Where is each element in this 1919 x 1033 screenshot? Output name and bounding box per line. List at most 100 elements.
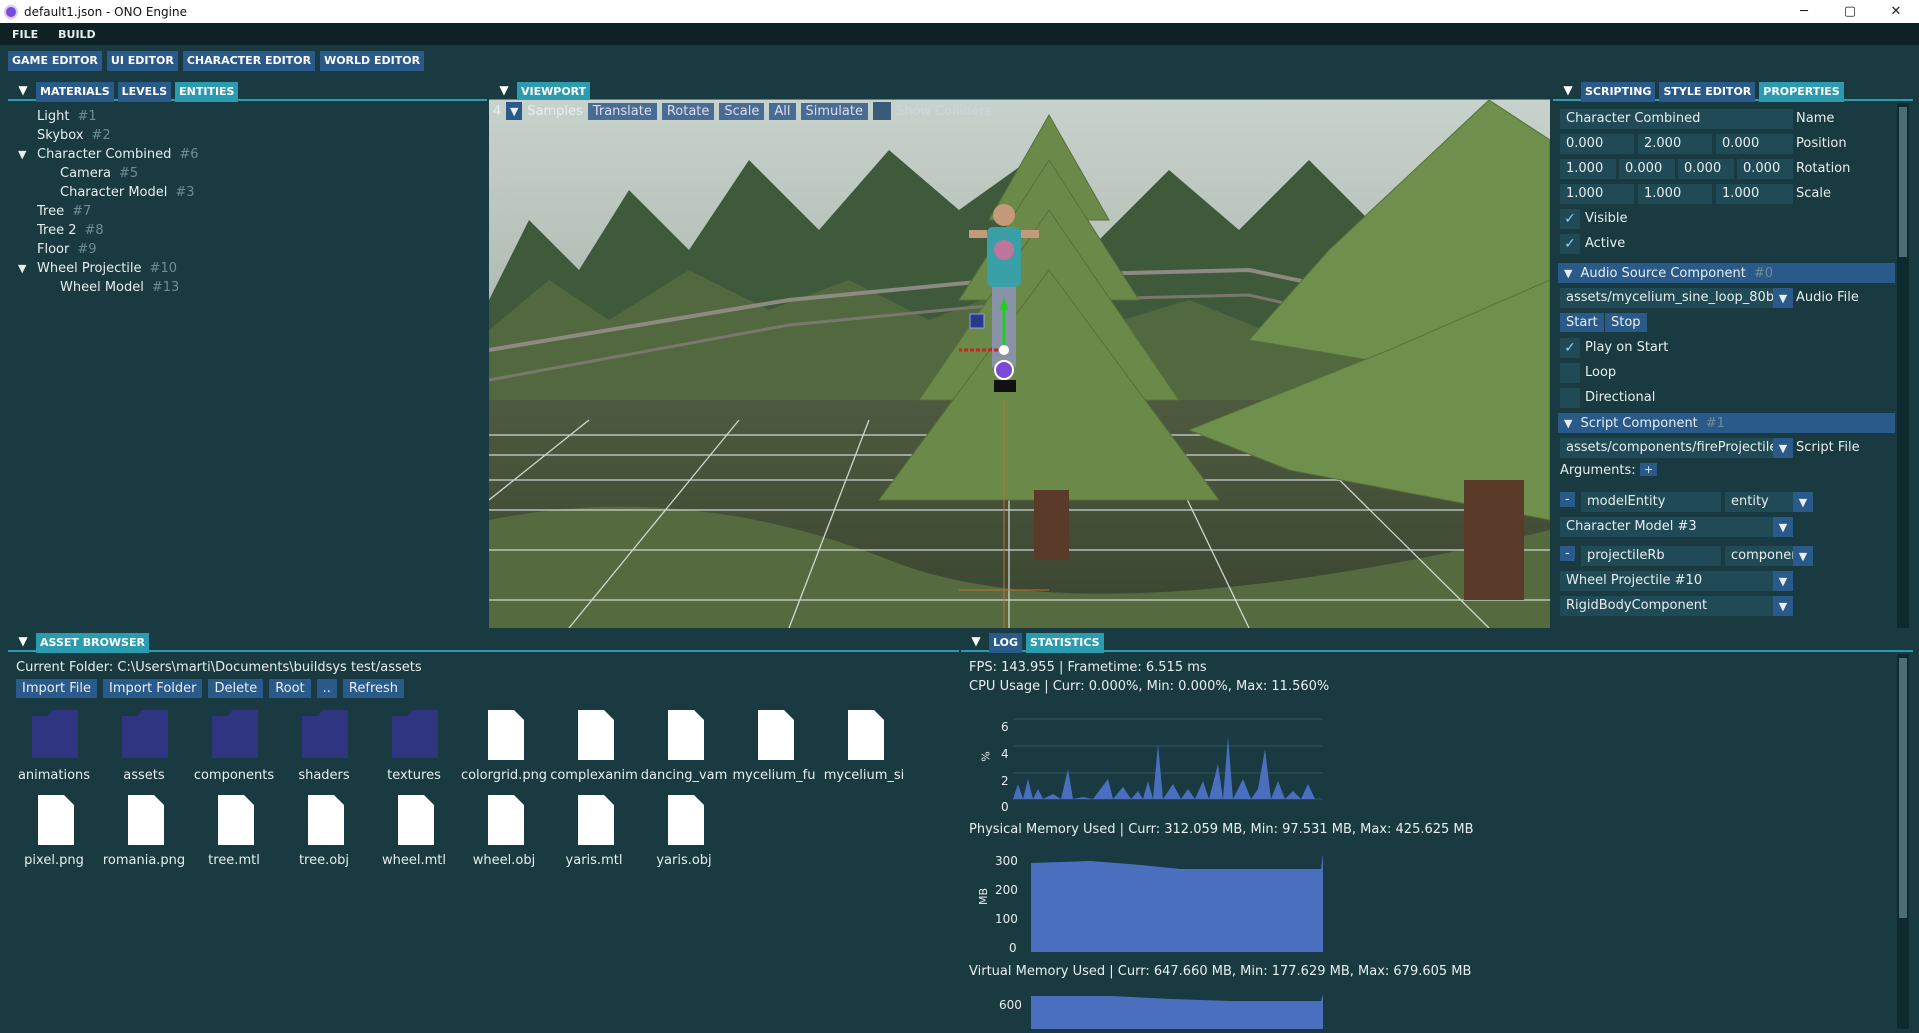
loop-checkbox[interactable] — [1560, 363, 1580, 383]
entity-tree-item[interactable]: Wheel Model #13 — [60, 280, 179, 295]
argument-name-input[interactable]: modelEntity — [1581, 492, 1721, 512]
tab-asset-browser[interactable]: ASSET BROWSER — [36, 633, 149, 653]
tab-game-editor[interactable]: GAME EDITOR — [8, 51, 102, 71]
tab-entities[interactable]: ENTITIES — [175, 82, 239, 102]
statistics-scrollbar[interactable] — [1897, 654, 1909, 1029]
menu-file[interactable]: FILE — [0, 28, 46, 41]
asset-file[interactable]: mycelium_fu — [730, 708, 820, 783]
script-component-header[interactable]: ▼ Script Component #1 — [1558, 413, 1895, 433]
asset-file[interactable]: tree.mtl — [190, 793, 280, 868]
import-folder-button[interactable]: Import Folder — [103, 679, 203, 698]
collapse-icon[interactable]: ▼ — [14, 633, 32, 649]
asset-file[interactable]: pixel.png — [10, 793, 100, 868]
argument-value-dropdown-icon[interactable]: ▼ — [1773, 571, 1793, 591]
argument-value-select[interactable]: Character Model #3 — [1560, 517, 1773, 537]
close-button[interactable]: ✕ — [1873, 0, 1919, 23]
entity-tree-item[interactable]: ▼ Character Combined #6 — [18, 147, 199, 162]
scale-x-input[interactable]: 1.000 — [1560, 184, 1634, 204]
tab-character-editor[interactable]: CHARACTER EDITOR — [182, 51, 316, 71]
name-input[interactable]: Character Combined — [1560, 109, 1793, 129]
asset-file[interactable]: romania.png — [100, 793, 190, 868]
tab-materials[interactable]: MATERIALS — [36, 82, 114, 102]
audio-component-header[interactable]: ▼ Audio Source Component #0 — [1558, 263, 1895, 283]
script-file-dropdown-icon[interactable]: ▼ — [1773, 438, 1793, 458]
tab-log[interactable]: LOG — [989, 633, 1022, 653]
remove-argument-button[interactable]: - — [1560, 546, 1575, 561]
refresh-button[interactable]: Refresh — [342, 679, 405, 698]
argument-component-dropdown-icon[interactable]: ▼ — [1773, 596, 1793, 616]
entity-tree-item[interactable]: Skybox #2 — [18, 128, 111, 143]
scale-button[interactable]: Scale — [719, 102, 765, 120]
delete-button[interactable]: Delete — [208, 679, 264, 698]
audio-file-input[interactable]: assets/mycelium_sine_loop_80bp — [1560, 288, 1773, 308]
argument-type-dropdown-icon[interactable]: ▼ — [1793, 492, 1813, 512]
show-colliders-checkbox[interactable] — [872, 102, 891, 120]
scale-y-input[interactable]: 1.000 — [1638, 184, 1712, 204]
argument-type-select[interactable]: entity — [1725, 492, 1793, 512]
position-z-input[interactable]: 0.000 — [1716, 134, 1793, 154]
maximize-button[interactable]: ▢ — [1827, 0, 1873, 23]
root-button[interactable]: Root — [269, 679, 311, 698]
scale-z-input[interactable]: 1.000 — [1716, 184, 1793, 204]
entity-tree-item[interactable]: ▼ Wheel Projectile #10 — [18, 261, 177, 276]
argument-component-select[interactable]: RigidBodyComponent — [1560, 596, 1773, 616]
properties-scrollbar-thumb[interactable] — [1899, 107, 1907, 257]
translate-button[interactable]: Translate — [587, 102, 657, 120]
import-file-button[interactable]: Import File — [16, 679, 98, 698]
asset-file[interactable]: yaris.mtl — [550, 793, 640, 868]
rotation-y-input[interactable]: 0.000 — [1678, 159, 1734, 179]
rotate-button[interactable]: Rotate — [661, 102, 715, 120]
directional-checkbox[interactable] — [1560, 388, 1580, 408]
tab-viewport[interactable]: VIEWPORT — [517, 82, 591, 102]
tab-properties[interactable]: PROPERTIES — [1759, 82, 1844, 102]
argument-type-select[interactable]: component — [1725, 546, 1793, 566]
simulate-button[interactable]: Simulate — [800, 102, 868, 120]
tab-levels[interactable]: LEVELS — [117, 82, 172, 102]
rotation-w-input[interactable]: 1.000 — [1560, 159, 1616, 179]
argument-type-dropdown-icon[interactable]: ▼ — [1793, 546, 1813, 566]
collapse-icon[interactable]: ▼ — [14, 82, 32, 98]
collapse-icon[interactable]: ▼ — [1559, 82, 1577, 98]
menu-build[interactable]: BUILD — [46, 28, 104, 41]
tab-scripting[interactable]: SCRIPTING — [1581, 82, 1656, 102]
asset-file[interactable]: colorgrid.png — [460, 708, 550, 783]
asset-file[interactable]: wheel.mtl — [370, 793, 460, 868]
asset-file[interactable]: tree.obj — [280, 793, 370, 868]
tab-world-editor[interactable]: WORLD EDITOR — [320, 51, 425, 71]
asset-file[interactable]: yaris.obj — [640, 793, 730, 868]
entity-tree-item[interactable]: Tree 2 #8 — [18, 223, 104, 238]
samples-dropdown-icon[interactable]: ▼ — [506, 102, 523, 120]
asset-folder[interactable]: animations — [10, 708, 100, 783]
asset-file[interactable]: complexanim — [550, 708, 640, 783]
statistics-scrollbar-thumb[interactable] — [1899, 658, 1907, 918]
position-y-input[interactable]: 2.000 — [1638, 134, 1712, 154]
argument-value-dropdown-icon[interactable]: ▼ — [1773, 517, 1793, 537]
rotation-z-input[interactable]: 0.000 — [1737, 159, 1793, 179]
parent-folder-button[interactable]: .. — [316, 679, 337, 698]
audio-start-button[interactable]: Start — [1560, 313, 1604, 332]
expand-arrow-icon[interactable]: ▼ — [18, 148, 37, 161]
asset-file[interactable]: dancing_vam — [640, 708, 730, 783]
scene-viewport[interactable]: 4 ▼ Samples Translate Rotate Scale All S… — [489, 100, 1550, 628]
properties-scrollbar[interactable] — [1897, 103, 1909, 628]
entity-tree-item[interactable]: Tree #7 — [18, 204, 91, 219]
argument-name-input[interactable]: projectileRb — [1581, 546, 1721, 566]
asset-file[interactable]: wheel.obj — [460, 793, 550, 868]
play-on-start-checkbox[interactable]: ✓ — [1560, 338, 1580, 358]
minimize-button[interactable]: ─ — [1781, 0, 1827, 23]
collapse-icon[interactable]: ▼ — [967, 633, 985, 649]
script-file-input[interactable]: assets/components/fireProjectile — [1560, 438, 1773, 458]
remove-argument-button[interactable]: - — [1560, 492, 1575, 507]
argument-value-select[interactable]: Wheel Projectile #10 — [1560, 571, 1773, 591]
asset-folder[interactable]: assets — [100, 708, 190, 783]
entity-tree-item[interactable]: Light #1 — [18, 109, 97, 124]
tab-ui-editor[interactable]: UI EDITOR — [106, 51, 178, 71]
visible-checkbox[interactable]: ✓ — [1560, 209, 1580, 229]
audio-stop-button[interactable]: Stop — [1605, 313, 1647, 332]
tab-statistics[interactable]: STATISTICS — [1026, 633, 1104, 653]
collapse-icon[interactable]: ▼ — [495, 82, 513, 98]
expand-arrow-icon[interactable]: ▼ — [18, 262, 37, 275]
rotation-x-input[interactable]: 0.000 — [1619, 159, 1675, 179]
entity-tree-item[interactable]: Character Model #3 — [60, 185, 195, 200]
entity-tree-item[interactable]: Floor #9 — [18, 242, 97, 257]
